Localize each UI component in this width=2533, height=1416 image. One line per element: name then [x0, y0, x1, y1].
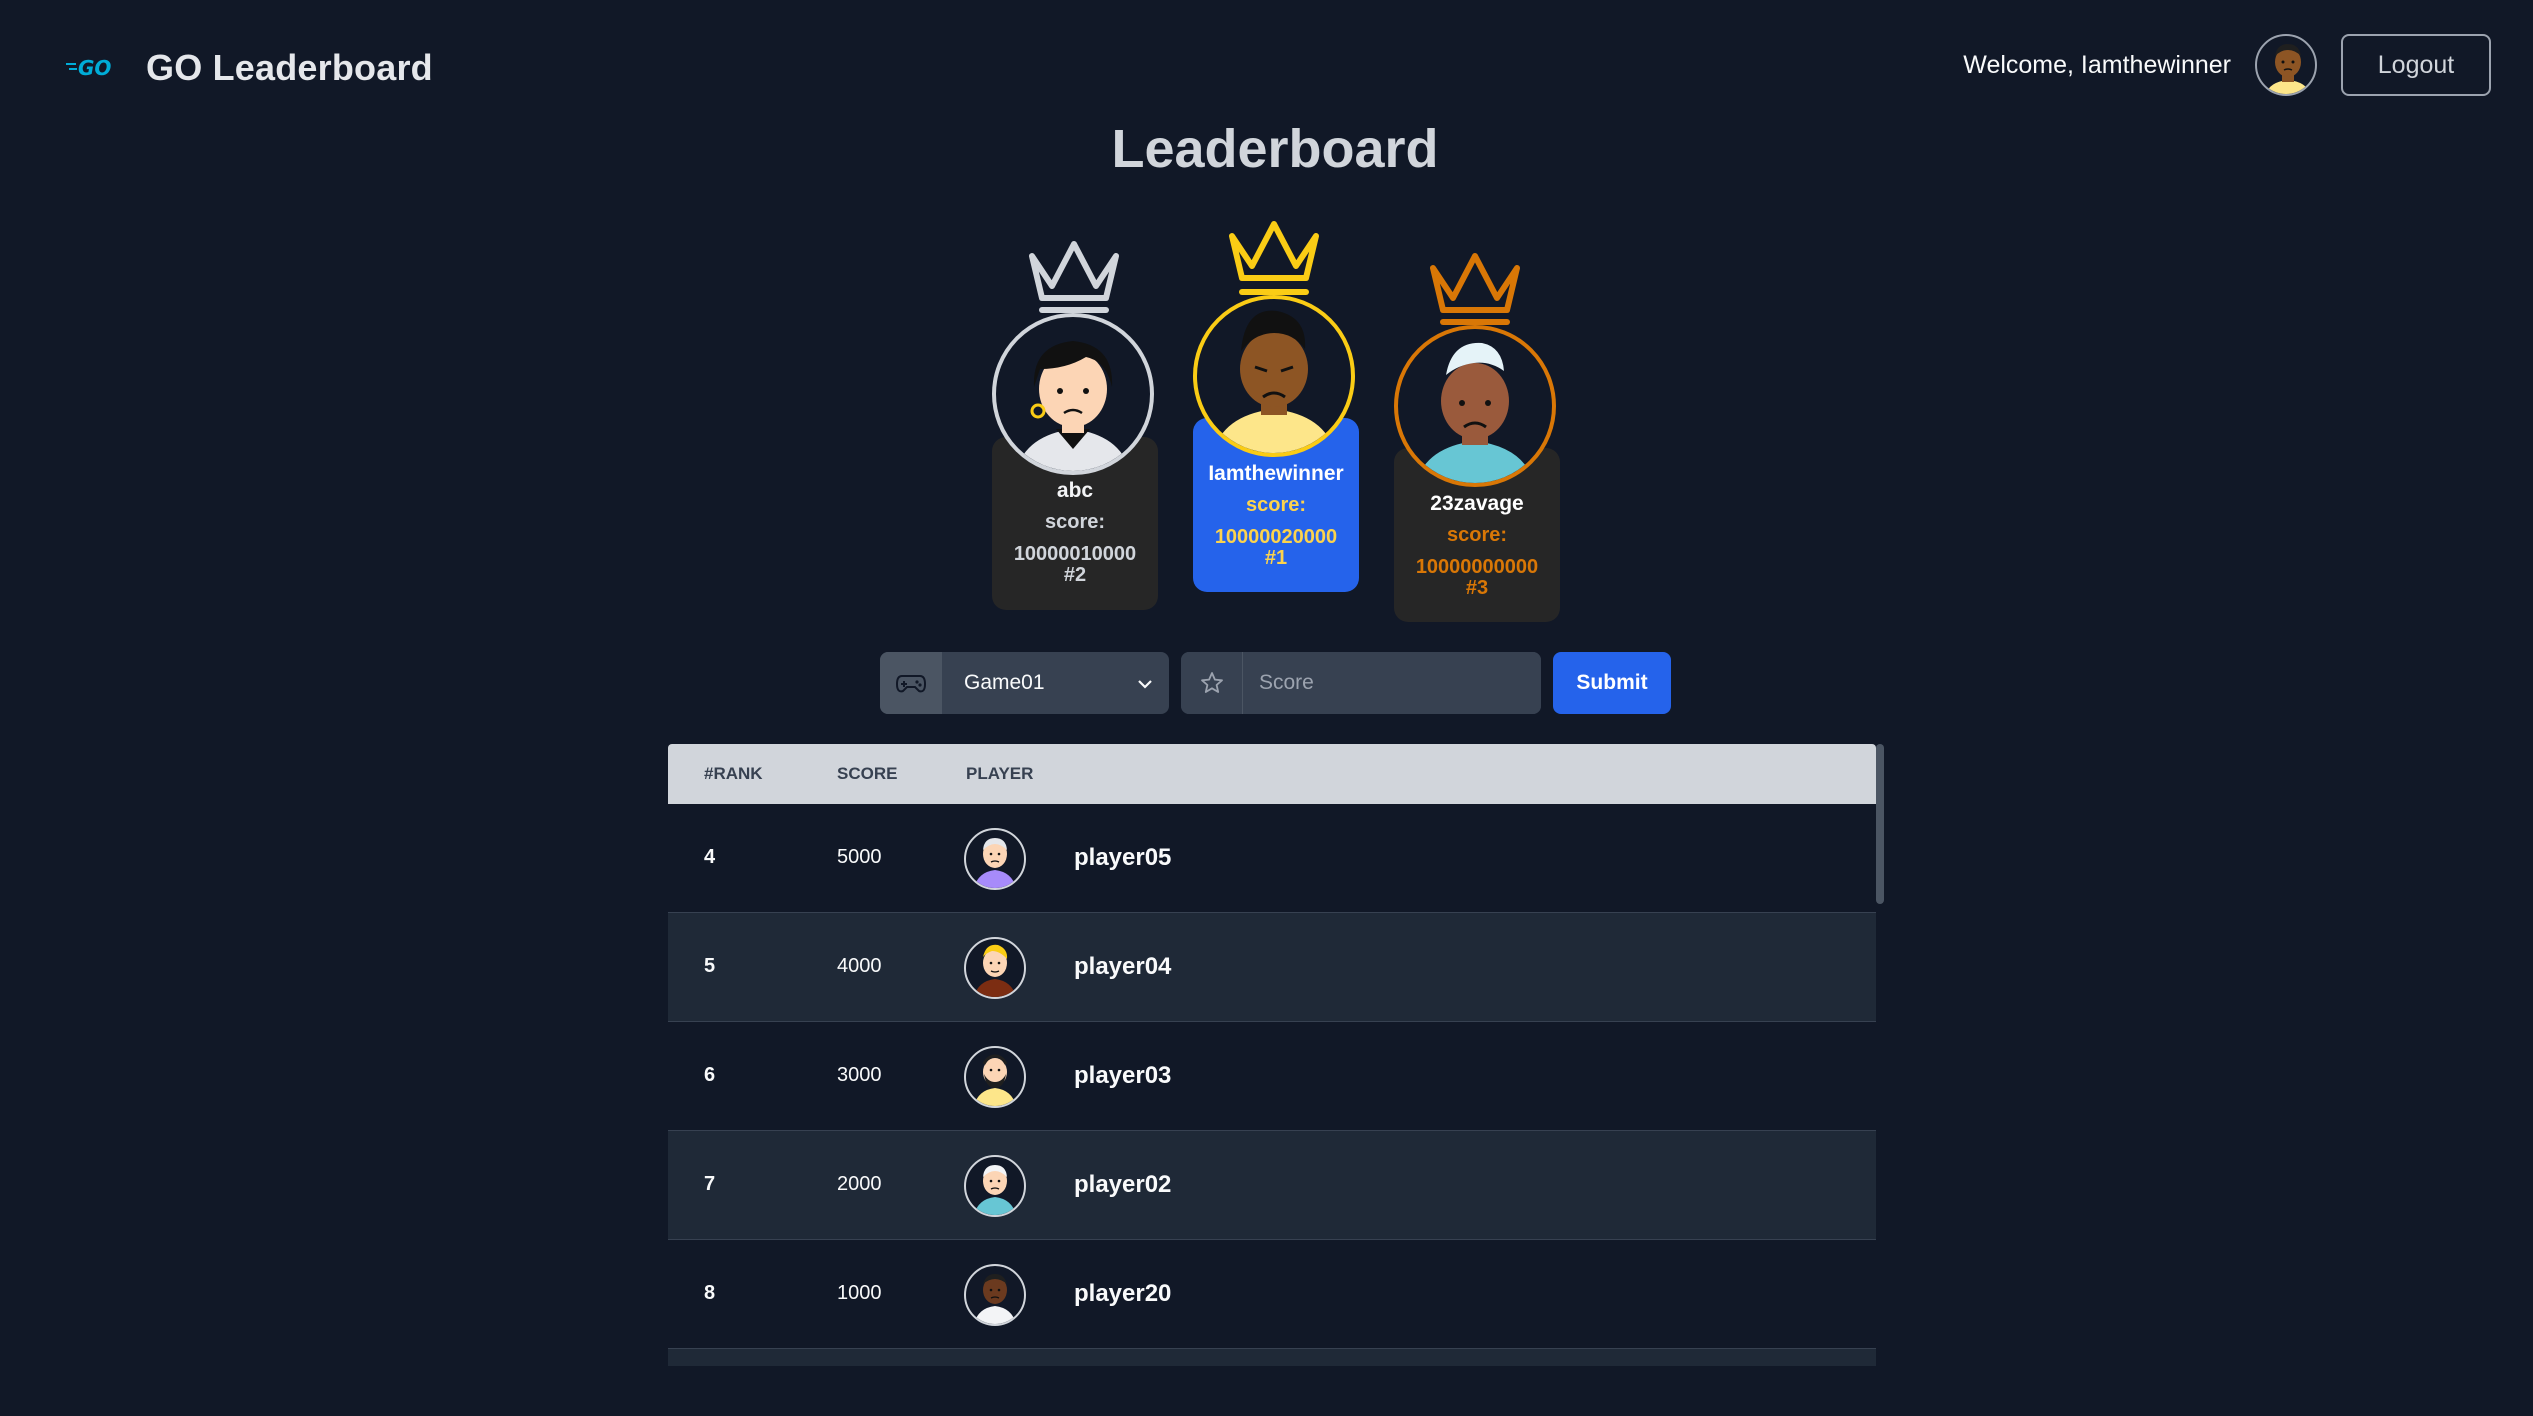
podium-second-score: 10000010000 [1013, 543, 1137, 565]
row-score: 2000 [837, 1173, 882, 1195]
table-row[interactable]: 6 3000 player03 [668, 1022, 1876, 1131]
bronze-crown-icon [1425, 248, 1525, 333]
star-icon [1181, 652, 1243, 714]
svg-text:GO: GO [78, 56, 111, 80]
top-navbar: GO GO Leaderboard Welcome, Iamthewinner … [0, 0, 2533, 135]
row-player-name: player02 [1074, 1171, 1172, 1198]
user-avatar[interactable] [2255, 34, 2317, 96]
podium-first-score: 10000020000 [1214, 526, 1338, 548]
player-avatar [964, 828, 1026, 890]
podium-second-score-label: score: [1044, 511, 1106, 533]
header-rank: #RANK [704, 764, 763, 783]
row-rank: 6 [704, 1064, 716, 1086]
page-title: Leaderboard [1111, 119, 1439, 179]
chevron-down-icon [1137, 671, 1153, 695]
podium-first-name: Iamthewinner [1208, 462, 1344, 485]
selected-game: Game01 [964, 671, 1045, 694]
row-rank: 5 [704, 955, 716, 977]
row-player-name: player03 [1074, 1062, 1172, 1089]
podium-third-rank: #3 [1465, 577, 1489, 599]
table-header: #RANK SCORE PLAYER [668, 744, 1876, 804]
row-rank: 8 [704, 1282, 716, 1304]
row-player-name: player05 [1074, 844, 1172, 871]
brand-title[interactable]: GO Leaderboard [146, 47, 433, 89]
game-select[interactable]: Game01 [880, 652, 1169, 714]
podium-first-avatar[interactable] [1193, 295, 1355, 457]
podium-third-score: 10000000000 [1415, 556, 1539, 578]
row-score: 1000 [837, 1282, 882, 1304]
row-player-name: player04 [1074, 953, 1172, 980]
player-avatar [964, 1264, 1026, 1326]
header-score: SCORE [837, 764, 898, 783]
leaderboard-table[interactable]: #RANK SCORE PLAYER 4 5000 player05 5 400… [668, 744, 1884, 1366]
score-input[interactable] [1243, 652, 1541, 714]
gamepad-icon [880, 652, 942, 714]
table-row[interactable]: 5 4000 player04 [668, 913, 1876, 1022]
player-avatar [964, 1155, 1026, 1217]
table-scrollbar[interactable] [1876, 744, 1884, 904]
row-rank: 4 [704, 846, 716, 868]
podium-second-name: abc [1056, 479, 1094, 502]
user-area: Welcome, Iamthewinner Logout [1963, 34, 2491, 96]
podium-first-score-label: score: [1245, 494, 1307, 516]
table-row[interactable]: 7 2000 player02 [668, 1131, 1876, 1240]
welcome-text: Welcome, Iamthewinner [1963, 50, 2231, 79]
podium-third-score-label: score: [1446, 524, 1508, 546]
score-field [1181, 652, 1541, 714]
gold-crown-icon [1224, 216, 1324, 305]
player-avatar [964, 937, 1026, 999]
row-player-name: player20 [1074, 1280, 1172, 1307]
podium-second-avatar[interactable] [992, 313, 1154, 475]
silver-crown-icon [1024, 236, 1124, 321]
row-score: 5000 [837, 846, 882, 868]
go-logo-icon: GO [66, 42, 118, 94]
brand[interactable]: GO GO Leaderboard [66, 42, 433, 94]
table-row[interactable]: 8 1000 player20 [668, 1240, 1876, 1349]
podium-third-name: 23zavage [1430, 492, 1524, 515]
table-row[interactable]: 4 5000 player05 [668, 804, 1876, 913]
row-score: 4000 [837, 955, 882, 977]
submit-button[interactable]: Submit [1553, 652, 1671, 714]
podium-third-avatar[interactable] [1394, 325, 1556, 487]
logout-button[interactable]: Logout [2341, 34, 2491, 96]
row-rank: 7 [704, 1173, 716, 1195]
table-row-partial [668, 1349, 1876, 1366]
player-avatar [964, 1046, 1026, 1108]
header-player: PLAYER [966, 764, 1034, 783]
score-submit-form: Game01 Submit [880, 652, 1671, 714]
podium-first-rank: #1 [1264, 547, 1288, 569]
row-score: 3000 [837, 1064, 882, 1086]
podium-second-rank: #2 [1063, 564, 1087, 586]
